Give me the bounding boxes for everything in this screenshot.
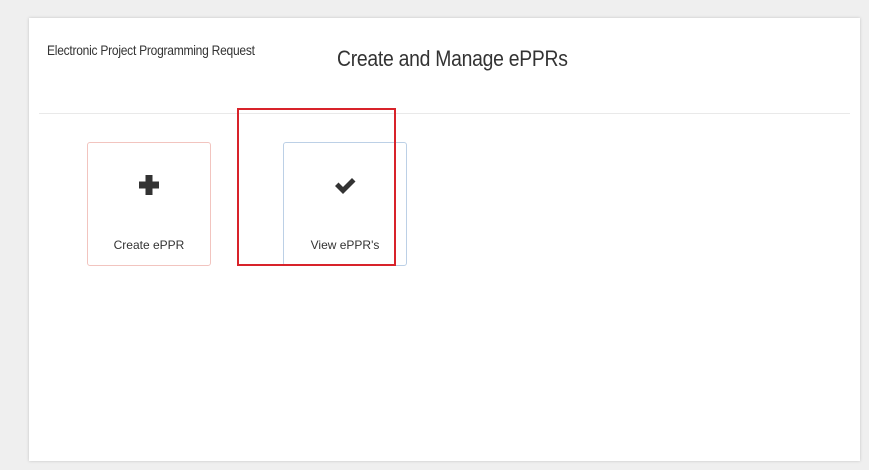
- page-title: Create and Manage ePPRs: [337, 46, 568, 71]
- create-eppr-label: Create ePPR: [113, 238, 185, 252]
- main-panel: Electronic Project Programming Request C…: [29, 18, 860, 461]
- page-header: Electronic Project Programming Request C…: [29, 18, 860, 113]
- page: Electronic Project Programming Request C…: [0, 0, 869, 470]
- header-divider: [39, 113, 850, 114]
- app-name: Electronic Project Programming Request: [47, 42, 255, 58]
- view-epprs-label: View ePPR's: [310, 238, 380, 252]
- plus-icon: [88, 173, 210, 197]
- view-epprs-tile[interactable]: View ePPR's: [283, 142, 407, 266]
- checkmark-icon: [284, 173, 406, 197]
- create-eppr-tile[interactable]: Create ePPR: [87, 142, 211, 266]
